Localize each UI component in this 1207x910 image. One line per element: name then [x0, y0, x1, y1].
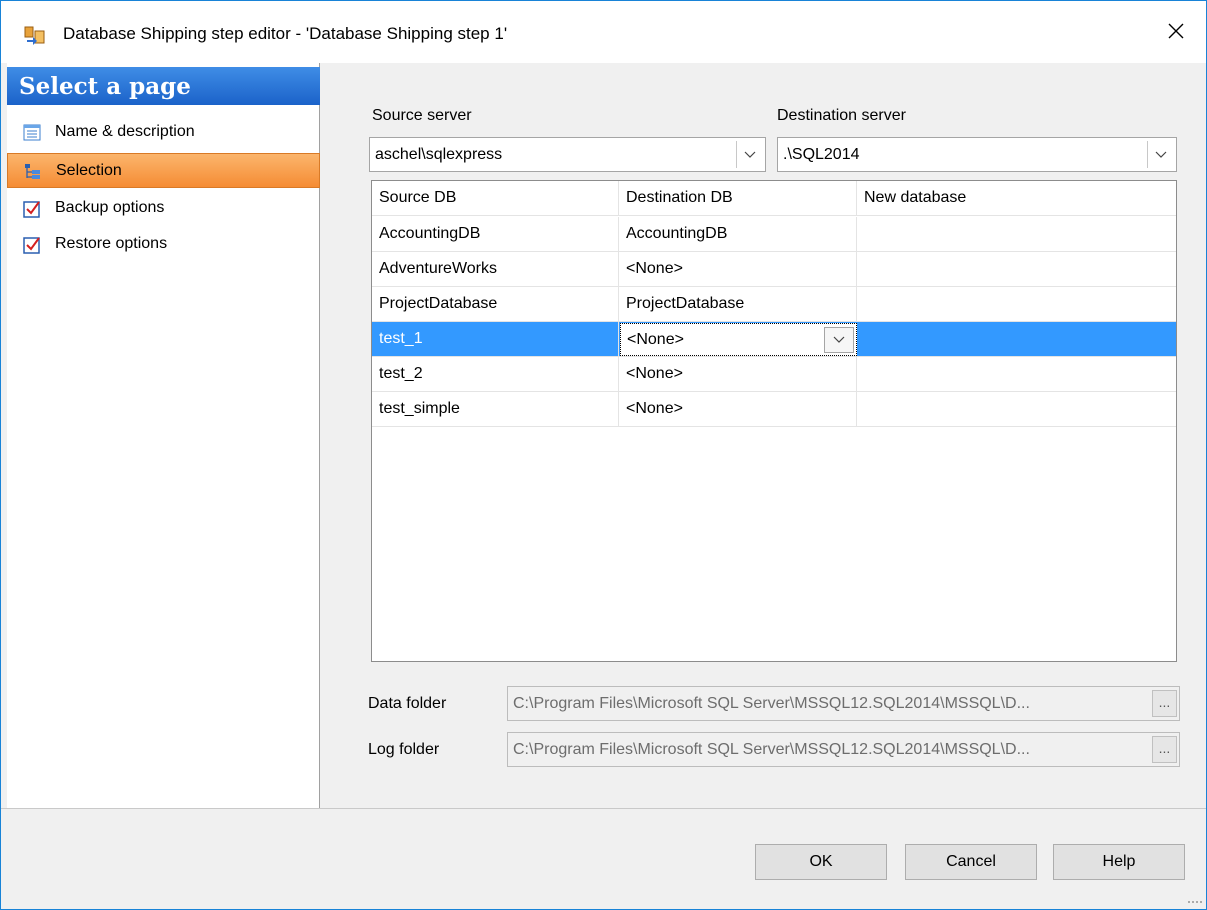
sidebar-header: Select a page: [7, 67, 320, 105]
source-db-cell[interactable]: AdventureWorks: [372, 252, 619, 287]
destination-db-cell[interactable]: AccountingDB: [619, 217, 857, 252]
data-folder-browse-button[interactable]: ...: [1152, 690, 1177, 717]
source-db-cell[interactable]: ProjectDatabase: [372, 287, 619, 322]
sidebar-item-label: Selection: [56, 162, 122, 179]
button-bar: OK Cancel Help: [1, 808, 1206, 909]
column-header-destination-db[interactable]: Destination DB: [619, 181, 857, 216]
grid-header-row: Source DB Destination DB New database: [372, 181, 1176, 216]
ok-button[interactable]: OK: [755, 844, 887, 880]
selection-page: Source server aschel\sqlexpress Destinat…: [321, 63, 1206, 808]
column-header-new-database[interactable]: New database: [857, 181, 1176, 216]
table-row-selected[interactable]: test_1 <None>: [372, 322, 1176, 357]
checklist-icon: [23, 236, 41, 254]
close-icon: [1167, 22, 1185, 44]
close-button[interactable]: [1151, 13, 1201, 53]
destination-db-cell[interactable]: <None>: [619, 252, 857, 287]
data-folder-field[interactable]: C:\Program Files\Microsoft SQL Server\MS…: [507, 686, 1180, 721]
source-db-cell[interactable]: test_2: [372, 357, 619, 392]
sidebar-item-backup-options[interactable]: Backup options: [7, 191, 320, 226]
new-database-cell[interactable]: [857, 322, 1176, 357]
tree-icon: [24, 163, 42, 181]
source-db-cell[interactable]: AccountingDB: [372, 217, 619, 252]
data-folder-value: C:\Program Files\Microsoft SQL Server\MS…: [513, 695, 1030, 712]
list-icon: [23, 124, 41, 142]
sidebar-item-label: Backup options: [55, 199, 165, 216]
checklist-icon: [23, 200, 41, 218]
data-folder-label: Data folder: [368, 695, 447, 712]
log-folder-field[interactable]: C:\Program Files\Microsoft SQL Server\MS…: [507, 732, 1180, 767]
destination-db-cell[interactable]: <None>: [619, 392, 857, 427]
table-row[interactable]: ProjectDatabase ProjectDatabase: [372, 287, 1176, 322]
log-folder-value: C:\Program Files\Microsoft SQL Server\MS…: [513, 741, 1030, 758]
new-database-cell[interactable]: [857, 357, 1176, 392]
table-row[interactable]: AccountingDB AccountingDB: [372, 217, 1176, 252]
destination-server-combo[interactable]: .\SQL2014: [777, 137, 1177, 172]
destination-db-value: <None>: [627, 331, 684, 348]
source-db-cell[interactable]: test_1: [372, 322, 619, 357]
source-server-label: Source server: [372, 107, 472, 124]
new-database-cell[interactable]: [857, 252, 1176, 287]
database-mapping-grid: Source DB Destination DB New database Ac…: [371, 180, 1177, 662]
chevron-down-icon[interactable]: [824, 327, 854, 353]
table-row[interactable]: test_simple <None>: [372, 392, 1176, 427]
destination-db-dropdown[interactable]: <None>: [620, 323, 857, 356]
log-folder-label: Log folder: [368, 741, 440, 758]
cancel-button[interactable]: Cancel: [905, 844, 1037, 880]
new-database-cell[interactable]: [857, 392, 1176, 427]
chevron-down-icon[interactable]: [736, 141, 762, 168]
sidebar-item-label: Name & description: [55, 123, 195, 140]
log-folder-browse-button[interactable]: ...: [1152, 736, 1177, 763]
window-title: Database Shipping step editor - 'Databas…: [63, 24, 508, 43]
new-database-cell[interactable]: [857, 287, 1176, 322]
new-database-cell[interactable]: [857, 217, 1176, 252]
sidebar-item-label: Restore options: [55, 235, 168, 252]
destination-db-cell[interactable]: <None>: [619, 357, 857, 392]
table-row[interactable]: AdventureWorks <None>: [372, 252, 1176, 287]
sidebar-item-name-description[interactable]: Name & description: [7, 115, 320, 150]
table-row[interactable]: test_2 <None>: [372, 357, 1176, 392]
help-button[interactable]: Help: [1053, 844, 1185, 880]
title-bar: Database Shipping step editor - 'Databas…: [1, 1, 1206, 63]
resize-grip[interactable]: [1188, 901, 1202, 905]
destination-server-value: .\SQL2014: [783, 146, 860, 163]
dialog-window: Database Shipping step editor - 'Databas…: [0, 0, 1207, 910]
sidebar-item-restore-options[interactable]: Restore options: [7, 227, 320, 262]
destination-server-label: Destination server: [777, 107, 906, 124]
source-db-cell[interactable]: test_simple: [372, 392, 619, 427]
sidebar-item-selection[interactable]: Selection: [7, 153, 320, 188]
destination-db-cell[interactable]: ProjectDatabase: [619, 287, 857, 322]
page-selector-sidebar: Select a page Name & description Selecti…: [7, 63, 320, 808]
column-header-source-db[interactable]: Source DB: [372, 181, 619, 216]
chevron-down-icon[interactable]: [1147, 141, 1173, 168]
database-shipping-icon: [23, 25, 47, 47]
source-server-value: aschel\sqlexpress: [375, 146, 503, 163]
source-server-combo[interactable]: aschel\sqlexpress: [369, 137, 766, 172]
